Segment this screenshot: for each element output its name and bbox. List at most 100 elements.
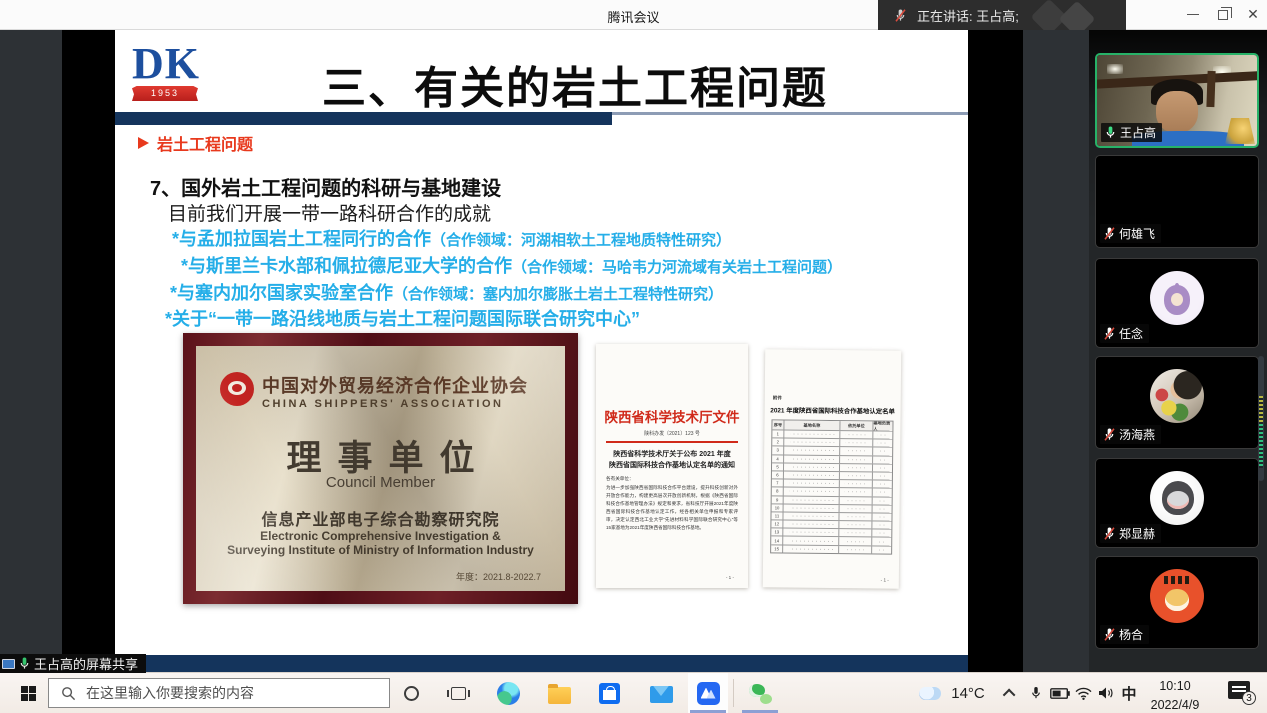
approval-table-row: 7 (772, 478, 892, 487)
scrollbar-thumb[interactable] (1258, 356, 1264, 481)
approval-table-row: 6 (772, 470, 892, 479)
council-member-plaque: 中国对外贸易经济合作企业协会 CHINA SHIPPERS' ASSOCIATI… (183, 333, 578, 604)
cortana-icon (404, 686, 419, 701)
dk-logo-text: DK (132, 42, 200, 86)
wifi-icon (1075, 687, 1092, 700)
audio-level-meter (1259, 396, 1263, 468)
tray-mic-button[interactable] (1024, 673, 1048, 713)
time: 10:10 (1140, 677, 1210, 696)
approval-table-row: 4 (772, 454, 892, 463)
tray-expand-button[interactable] (998, 673, 1022, 713)
muted-mic-icon (1103, 627, 1116, 642)
approval-table-rows: 123456789101112131415 (771, 429, 892, 553)
task-view-button[interactable] (442, 673, 474, 713)
folder-icon (548, 687, 571, 704)
bullet-line: *关于“一带一路沿线地质与岩土工程问题国际联合研究中心” (165, 305, 640, 331)
approval-table-row: 1 (772, 429, 892, 438)
participant-name-tag: 王占高 (1101, 123, 1162, 142)
muted-mic-icon (1103, 427, 1116, 442)
search-icon (61, 686, 76, 701)
official-document-page: 陕西省科学技术厅文件 陕科办发〔2021〕123 号 陕西省科学技术厅关于公布 … (596, 344, 748, 588)
mail-button[interactable] (645, 673, 677, 713)
participant-tile[interactable]: 汤海燕 (1095, 356, 1259, 449)
minimize-button[interactable] (1178, 0, 1208, 29)
task-view-icon (451, 687, 466, 700)
approval-table-header: 序号 基地名称 依托单位 基地负责人 (772, 420, 892, 430)
participant-tile[interactable]: 郑显赫 (1095, 458, 1259, 548)
approval-table-row: 9 (772, 495, 892, 504)
taskbar-separator (733, 679, 734, 707)
lamp (1225, 118, 1255, 144)
title-underline-thin (612, 112, 968, 115)
notification-badge[interactable]: 3 (1242, 691, 1256, 705)
taskbar-search[interactable] (48, 678, 390, 708)
plaque-member-en: Electronic Comprehensive Investigation & (196, 529, 565, 543)
doc1-page-number: - 1 - (726, 575, 734, 580)
slide-subheading: 目前我们开展一带一路科研合作的成就 (168, 204, 491, 225)
mail-icon (650, 686, 673, 703)
search-input[interactable] (84, 684, 389, 702)
muted-mic-icon (1103, 326, 1116, 341)
taskbar: 14°C (0, 672, 1267, 713)
doc1-body: 为进一步加强陕西省国际科技合作平台建设，提升科技创新对外开放合作能力，构建更高层… (606, 484, 738, 532)
association-logo-icon (220, 372, 254, 406)
section-label: 岩土工程问题 (157, 131, 253, 155)
participant-name: 汤海燕 (1119, 426, 1155, 443)
chevron-up-icon (1002, 688, 1015, 701)
plaque-org-cn: 中国对外贸易经济合作企业协会 (262, 372, 562, 398)
clock[interactable]: 10:10 2022/4/9 (1140, 673, 1210, 713)
muted-mic-icon (1103, 526, 1116, 541)
wechat-button[interactable] (743, 673, 777, 713)
avatar (1150, 569, 1204, 623)
plaque-face: 中国对外贸易经济合作企业协会 CHINA SHIPPERS' ASSOCIATI… (196, 346, 565, 591)
window-titlebar: 腾讯会议 正在讲话: 王占高; ✕ (0, 0, 1267, 30)
speaker-icon (1098, 686, 1114, 700)
store-button[interactable] (593, 673, 625, 713)
mic-on-icon (18, 656, 31, 671)
approval-table-row: 13 (771, 528, 891, 537)
plaque-member-cn: 信息产业部电子综合勘察研究院 (196, 506, 565, 530)
plaque-org-en: CHINA SHIPPERS' ASSOCIATION (262, 398, 562, 410)
approval-table-row: 15 (771, 544, 891, 553)
file-explorer-button[interactable] (543, 673, 575, 713)
share-banner-label: 王占高的屏幕共享 (34, 654, 138, 673)
dk-logo-year: 1953 (132, 86, 198, 101)
doc1-red-rule (606, 441, 738, 443)
slide-heading: 7、国外岩土工程问题的科研与基地建设 (150, 178, 501, 200)
store-icon (599, 683, 620, 704)
doc1-number: 陕科办发〔2021〕123 号 (596, 430, 748, 437)
cloud-icon (919, 687, 941, 700)
close-button[interactable]: ✕ (1238, 0, 1267, 29)
cortana-button[interactable] (395, 673, 427, 713)
weather-temp[interactable]: 14°C (946, 673, 990, 713)
muted-mic-icon (1103, 226, 1116, 241)
approval-table-row: 2 (772, 438, 892, 447)
participant-tile[interactable]: 任念 (1095, 258, 1259, 348)
sidebar-scrollbar[interactable] (1258, 30, 1264, 672)
monitor-icon (2, 659, 15, 669)
weather-button[interactable] (916, 673, 944, 713)
bullet-line: *与孟加拉国岩土工程同行的合作（合作领域：河湖相软土工程地质特性研究） (172, 225, 731, 251)
volume-button[interactable] (1093, 673, 1119, 713)
ime-indicator[interactable]: 中 (1117, 673, 1141, 713)
tencent-meeting-button[interactable] (691, 673, 725, 713)
plaque-title-cn: 理事单位 (196, 430, 565, 481)
participant-tile[interactable]: 杨合 (1095, 556, 1259, 649)
participant-name-tag: 郑显赫 (1100, 524, 1161, 543)
participant-tile[interactable]: 王占高 (1095, 53, 1259, 148)
participant-tile[interactable]: 何雄飞 (1095, 155, 1259, 248)
dk-logo: DK 1953 (132, 42, 200, 101)
plaque-title-en: Council Member (196, 474, 565, 491)
bullet-line: *与斯里兰卡水部和佩拉德尼亚大学的合作（合作领域：马哈韦力河流域有关岩土工程问题… (181, 252, 842, 278)
approval-table-row: 11 (771, 511, 891, 520)
slide-title: 三、有关的岩土工程问题 (322, 64, 828, 113)
restore-button[interactable] (1208, 0, 1238, 29)
avatar (1150, 369, 1204, 423)
approval-list-page: 附件 2021 年度陕西省国际科技合作基地认定名单 序号 基地名称 依托单位 基… (763, 349, 901, 588)
approval-table: 序号 基地名称 依托单位 基地负责人 123456789101112131415 (770, 419, 893, 554)
edge-button[interactable] (492, 673, 524, 713)
speaking-text: 正在讲话: 王占高; (917, 6, 1019, 25)
start-button[interactable] (10, 673, 46, 713)
doc1-salutation: 各有关单位： (606, 476, 634, 482)
screen-share-banner[interactable]: 王占高的屏幕共享 (0, 654, 146, 673)
